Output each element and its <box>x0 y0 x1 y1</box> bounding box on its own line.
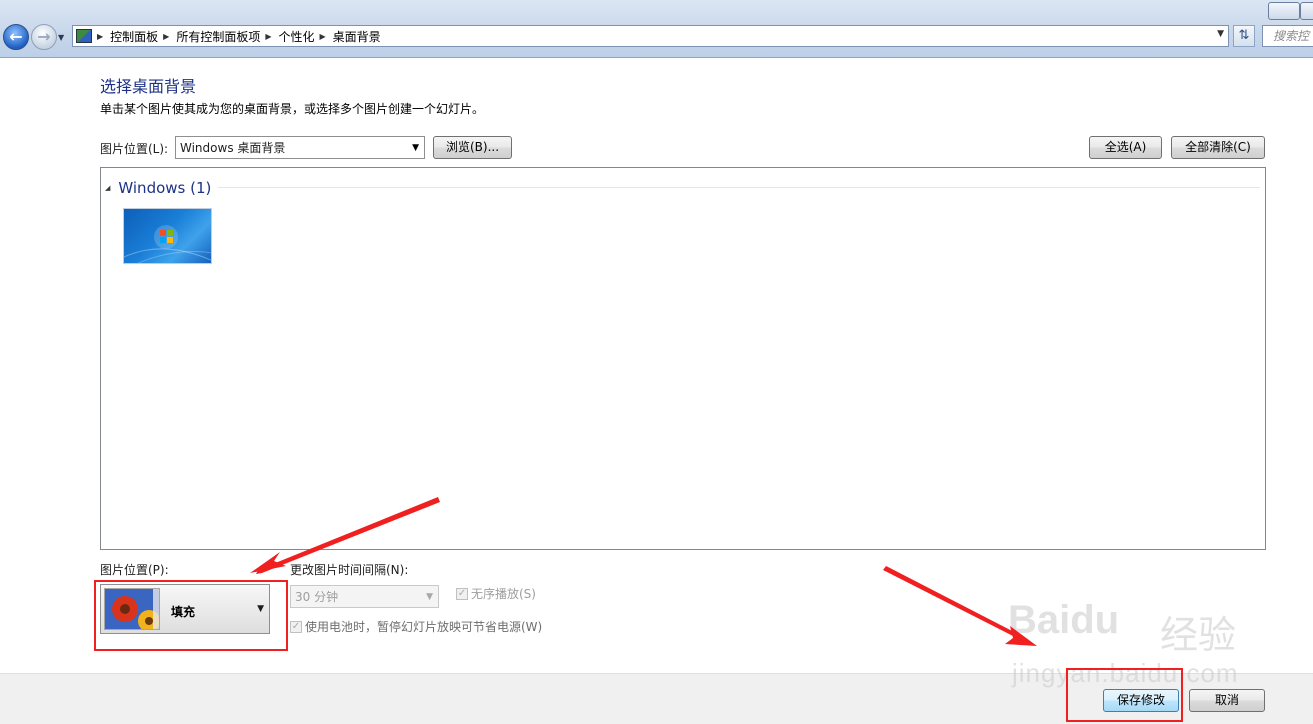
breadcrumb-desktop-background[interactable]: 桌面背景 <box>333 28 381 45</box>
back-button[interactable]: ← <box>3 24 29 50</box>
chevron-down-icon: ▼ <box>412 142 419 153</box>
breadcrumb-separator[interactable]: ▶ <box>163 32 169 41</box>
minimize-button[interactable] <box>1268 2 1300 20</box>
picture-location-select[interactable]: Windows 桌面背景 ▼ <box>175 136 425 159</box>
recent-pages-dropdown[interactable]: ▼ <box>58 33 64 42</box>
chevron-down-icon: ▼ <box>426 591 433 602</box>
picture-location-value: Windows 桌面背景 <box>180 141 286 155</box>
picture-location-label: 图片位置(L): <box>100 142 169 156</box>
clear-all-button[interactable]: 全部清除(C) <box>1171 136 1265 159</box>
watermark-brand-cn: 经验 <box>1160 613 1237 657</box>
breadcrumb-personalization[interactable]: 个性化 <box>279 28 315 45</box>
breadcrumb-separator[interactable]: ▶ <box>265 32 271 41</box>
interval-select[interactable]: 30 分钟 ▼ <box>290 585 439 608</box>
battery-pause-checkbox[interactable]: ✓ <box>290 621 302 633</box>
refresh-icon: ⇅ <box>1238 28 1250 43</box>
breadcrumb-all-items[interactable]: 所有控制面板项 <box>176 28 260 45</box>
back-arrow-icon: ← <box>9 27 23 46</box>
watermark-brand: Baidu <box>1008 598 1120 642</box>
shuffle-label[interactable]: 无序播放(S) <box>471 585 536 602</box>
search-input[interactable]: 搜索控 <box>1262 25 1313 47</box>
annotation-highlight-save <box>1066 668 1183 722</box>
annotation-highlight-position <box>94 580 288 651</box>
shuffle-checkbox[interactable]: ✓ <box>456 588 468 600</box>
collapse-triangle-icon[interactable]: ◢ <box>105 184 110 192</box>
windows-logo-icon <box>124 225 211 263</box>
group-header[interactable]: ◢ Windows (1) <box>105 179 211 197</box>
page-title: 选择桌面背景 <box>100 77 197 96</box>
breadcrumb-control-panel[interactable]: 控制面板 <box>110 28 158 45</box>
breadcrumb-separator[interactable]: ▶ <box>320 32 326 41</box>
maximize-button[interactable] <box>1300 2 1313 20</box>
group-divider <box>218 187 1260 188</box>
browse-button[interactable]: 浏览(B)... <box>433 136 512 159</box>
interval-value: 30 分钟 <box>295 590 339 604</box>
select-all-button[interactable]: 全选(A) <box>1089 136 1162 159</box>
forward-button[interactable]: → <box>31 24 57 50</box>
breadcrumb-separator: ▶ <box>97 31 104 41</box>
picture-position-label: 图片位置(P): <box>100 563 169 577</box>
cancel-button[interactable]: 取消 <box>1189 689 1265 712</box>
chevron-down-icon[interactable]: ▼ <box>1217 29 1224 39</box>
battery-pause-label[interactable]: 使用电池时，暂停幻灯片放映可节省电源(W) <box>305 618 542 635</box>
refresh-button[interactable]: ⇅ <box>1233 25 1255 47</box>
wallpaper-thumbnail[interactable] <box>123 208 212 264</box>
interval-label: 更改图片时间间隔(N): <box>290 563 409 577</box>
picture-gallery[interactable]: ◢ Windows (1) <box>100 167 1266 550</box>
address-bar[interactable]: ▶ 控制面板 ▶ 所有控制面板项 ▶ 个性化 ▶ 桌面背景 ▼ <box>72 25 1229 47</box>
page-description: 单击某个图片使其成为您的桌面背景，或选择多个图片创建一个幻灯片。 <box>100 102 485 116</box>
group-title: Windows (1) <box>118 179 212 197</box>
control-panel-icon <box>76 29 92 43</box>
forward-arrow-icon: → <box>37 27 51 46</box>
